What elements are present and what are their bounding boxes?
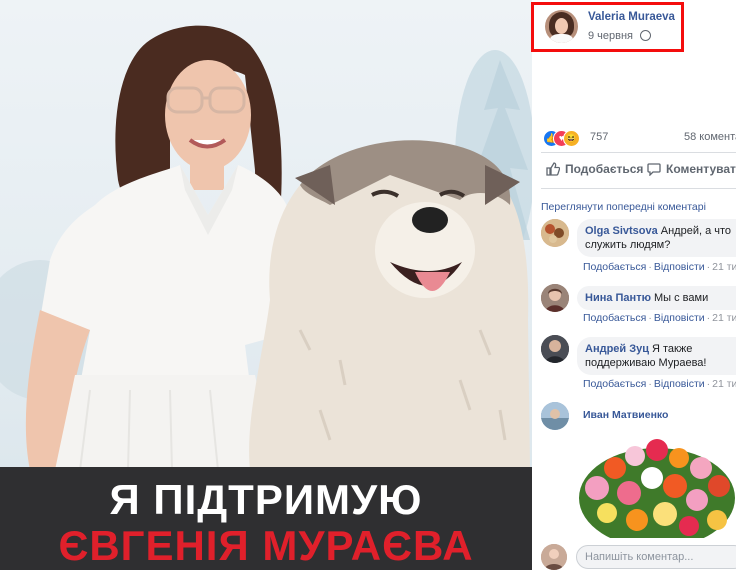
- comment-avatar[interactable]: [541, 335, 569, 363]
- divider: [541, 152, 736, 153]
- comment-bubble: Андрей Зуц Я также поддерживаю Мураева!: [577, 337, 736, 375]
- current-user-avatar: [541, 544, 567, 570]
- comment-button[interactable]: Коментувати: [647, 162, 736, 176]
- haha-reaction-icon: 😆: [563, 130, 580, 147]
- comment-meta: Подобається·Відповісти·21 тиж.: [583, 312, 736, 324]
- thumbs-up-icon: [546, 162, 560, 176]
- divider: [541, 188, 736, 189]
- post-photo[interactable]: Я ПІДТРИМУЮ ЄВГЕНІЯ МУРАЄВА: [0, 0, 532, 570]
- comment-text: Мы с вами: [653, 292, 709, 304]
- author-highlight-box: [531, 2, 684, 52]
- comment-bubble: Нина Пантю Мы с вами: [577, 286, 736, 310]
- view-previous-comments-link[interactable]: Переглянути попередні коментарі: [541, 201, 706, 213]
- comment-avatar[interactable]: [541, 219, 569, 247]
- comment-meta: Подобається·Відповісти·21 тиж.: [583, 261, 736, 273]
- comment-meta: Подобається·Відповісти·21 тиж.: [583, 378, 736, 390]
- comment-author[interactable]: Olga Sivtsova: [585, 225, 658, 237]
- comment-icon: [647, 163, 661, 176]
- comment-reply-link[interactable]: Відповісти: [654, 312, 705, 324]
- reactions-count[interactable]: 757: [590, 131, 608, 143]
- comment-reply-link[interactable]: Відповісти: [654, 378, 705, 390]
- comment-reply-link[interactable]: Відповісти: [654, 261, 705, 273]
- banner-line2: ЄВГЕНІЯ МУРАЄВА: [58, 522, 474, 569]
- comment-like-link[interactable]: Подобається: [583, 378, 646, 390]
- comment-time[interactable]: 21 тиж.: [712, 312, 736, 324]
- comment-author[interactable]: Иван Матвиенко: [583, 409, 668, 421]
- write-comment-input[interactable]: Напишіть коментар...: [576, 545, 736, 569]
- comment-avatar[interactable]: [541, 284, 569, 312]
- like-button[interactable]: Подобається: [546, 162, 643, 176]
- banner-line1: Я ПІДТРИМУЮ: [109, 476, 423, 523]
- comment-bubble: Olga Sivtsova Андрей, а что служить людям…: [577, 219, 736, 257]
- flower-bouquet-image[interactable]: [577, 428, 736, 538]
- like-button-label: Подобається: [565, 162, 644, 176]
- comment-author[interactable]: Нина Пантю: [585, 292, 651, 304]
- comment-time[interactable]: 21 тиж.: [712, 261, 736, 273]
- comment-avatar[interactable]: [541, 402, 569, 430]
- post-banner: Я ПІДТРИМУЮ ЄВГЕНІЯ МУРАЄВА: [0, 467, 532, 570]
- comment-author[interactable]: Андрей Зуц: [585, 343, 649, 355]
- comment-time[interactable]: 21 тиж.: [712, 378, 736, 390]
- comment-like-link[interactable]: Подобається: [583, 312, 646, 324]
- comment-like-link[interactable]: Подобається: [583, 261, 646, 273]
- comment-button-label: Коментувати: [666, 162, 736, 176]
- comments-count[interactable]: 58 коментарів: [684, 131, 736, 143]
